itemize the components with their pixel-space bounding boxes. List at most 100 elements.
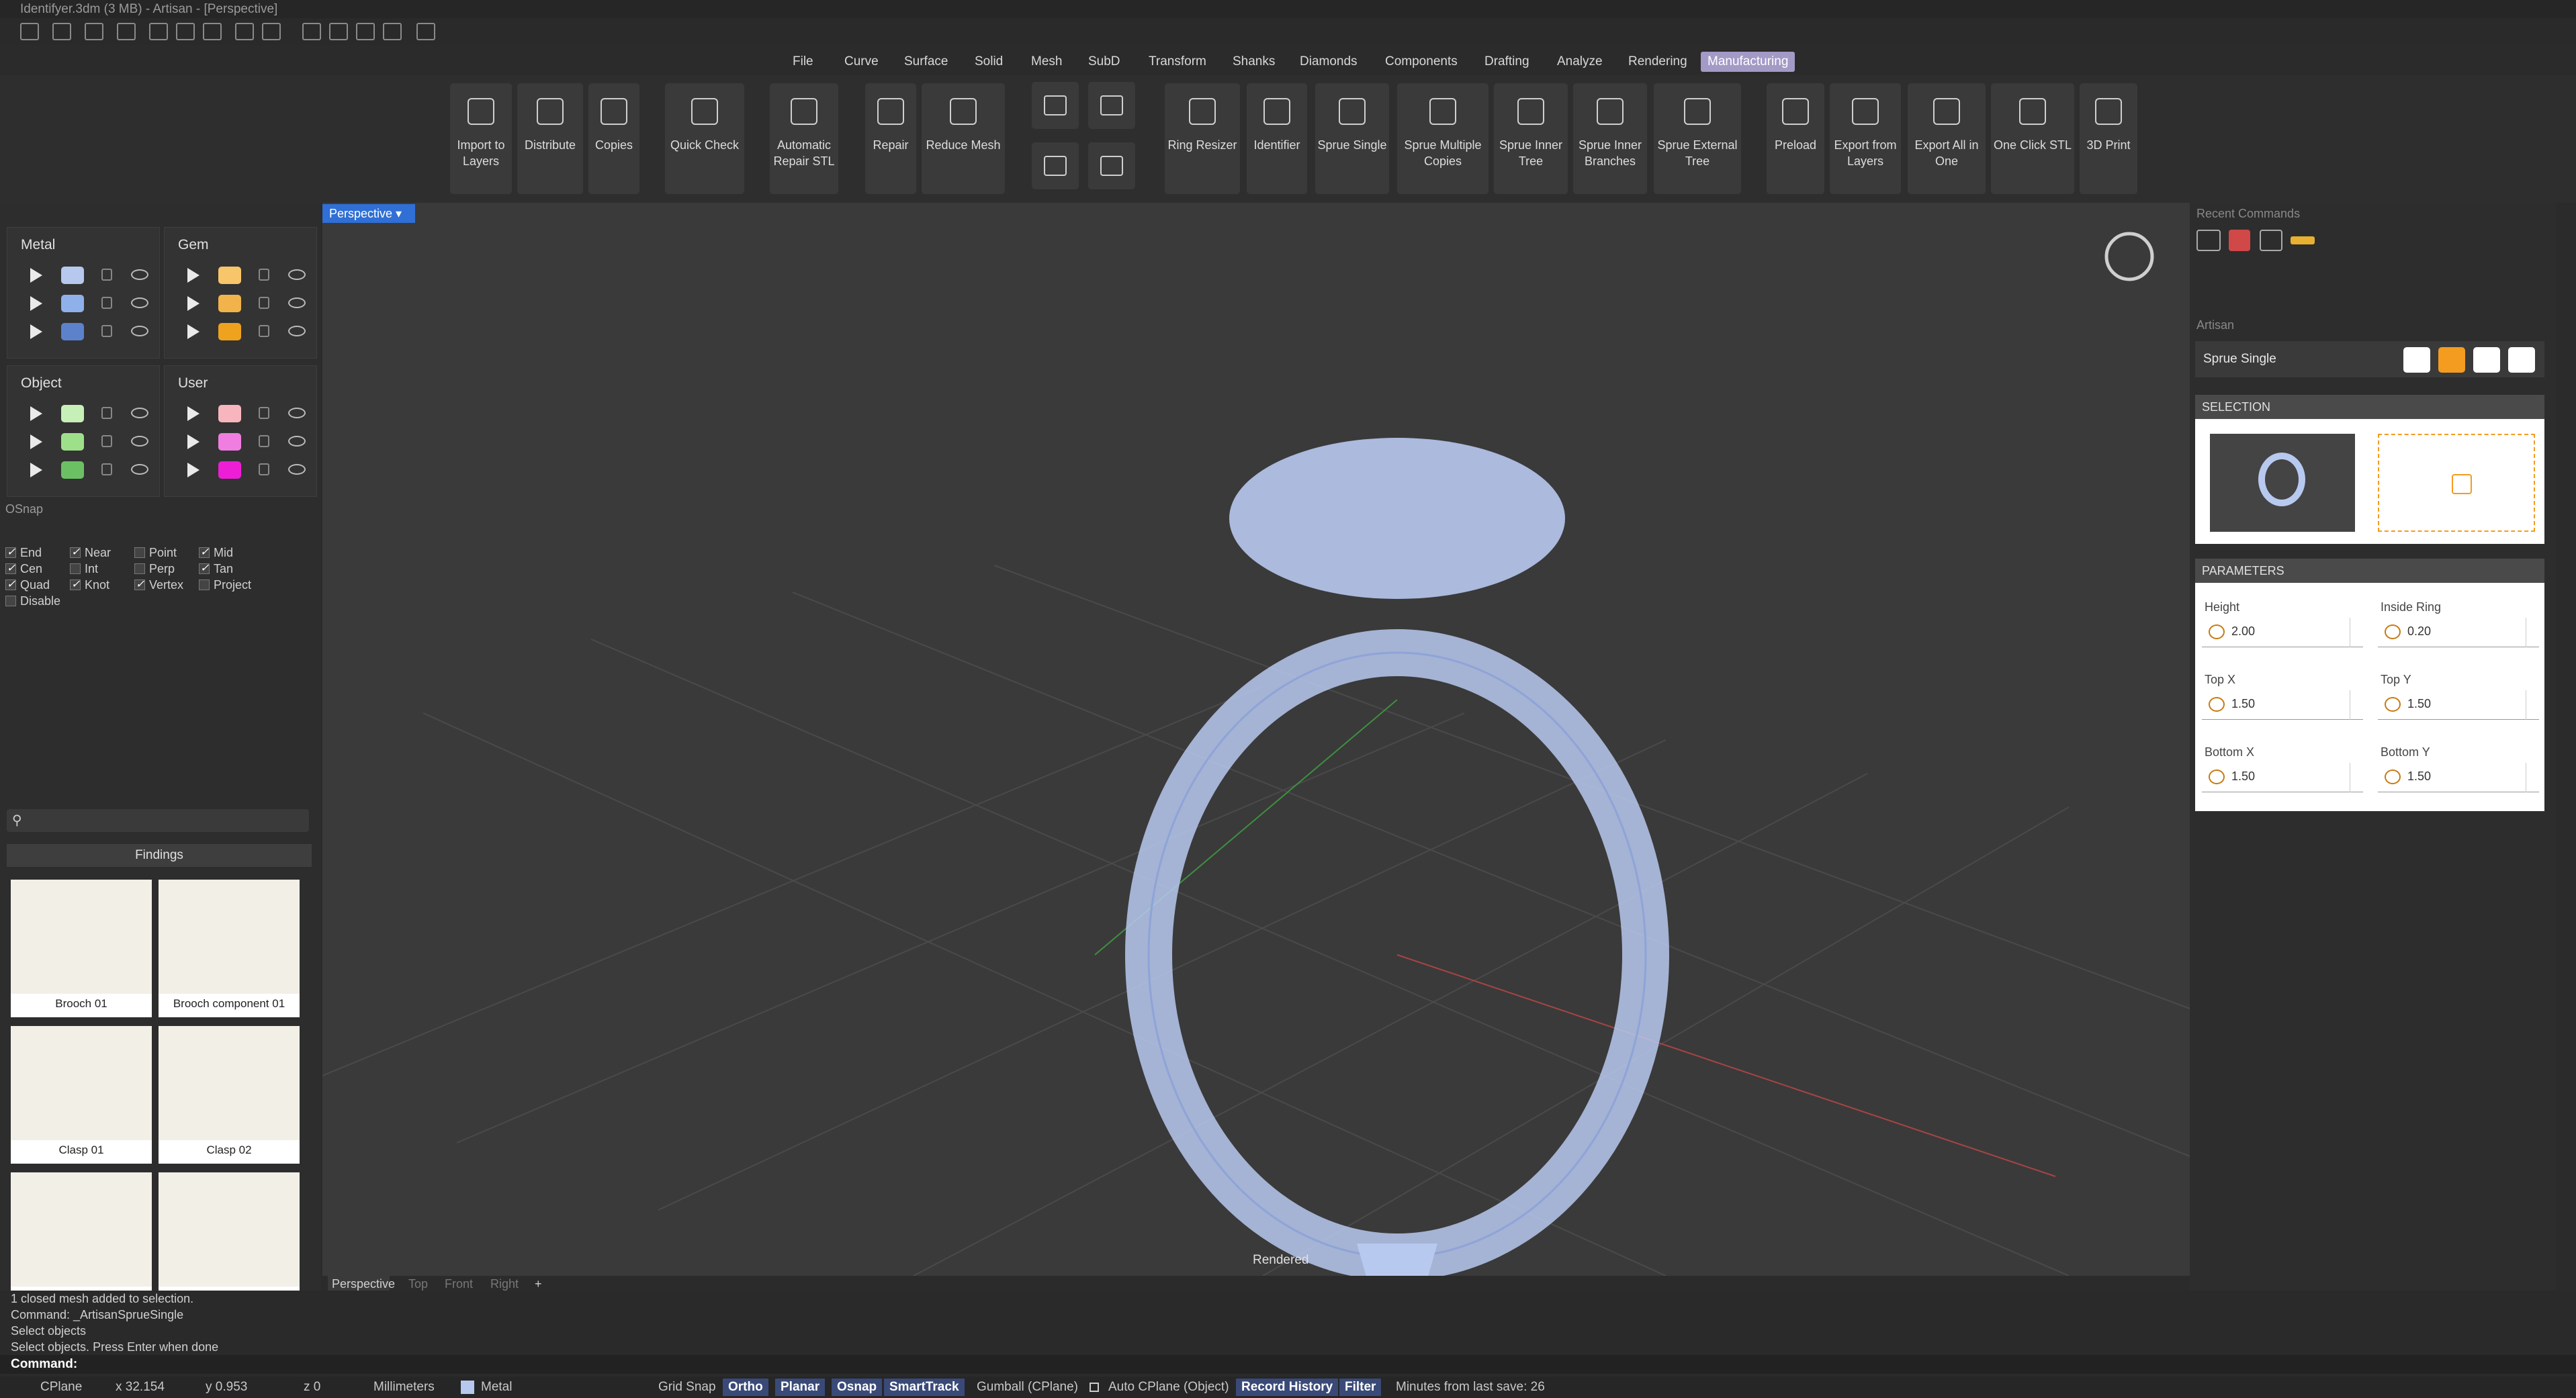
lock-icon[interactable] xyxy=(259,407,269,419)
units-label[interactable]: Millimeters xyxy=(373,1377,435,1398)
layer-row[interactable] xyxy=(165,261,318,288)
help-icon[interactable] xyxy=(2508,347,2535,373)
curve-tool-icon[interactable] xyxy=(302,23,321,40)
gumball-toggle[interactable]: Gumball (CPlane) xyxy=(977,1377,1078,1398)
sprue-single-button[interactable]: Sprue Single xyxy=(1315,83,1389,194)
play-icon[interactable] xyxy=(30,324,42,339)
layer-row[interactable] xyxy=(7,400,161,426)
menu-solid[interactable]: Solid xyxy=(968,52,1010,72)
selected-object-thumbnail[interactable] xyxy=(2210,434,2355,532)
menu-analyze[interactable]: Analyze xyxy=(1550,52,1609,72)
osnap-knot[interactable]: Knot xyxy=(70,577,109,592)
checkbox[interactable] xyxy=(5,545,16,560)
folder-icon[interactable] xyxy=(117,23,136,40)
play-icon[interactable] xyxy=(187,296,199,311)
checkbox[interactable] xyxy=(5,577,16,592)
view-eye-button[interactable] xyxy=(1032,82,1079,129)
parameters-section-header[interactable]: PARAMETERS xyxy=(2195,559,2544,583)
play-icon[interactable] xyxy=(187,434,199,449)
export-all-in-one-button[interactable]: Export All in One xyxy=(1908,83,1986,194)
eye-icon[interactable] xyxy=(131,269,148,280)
surface-tool-icon[interactable] xyxy=(329,23,348,40)
osnap-cen[interactable]: Cen xyxy=(5,561,42,576)
lock-icon[interactable] xyxy=(259,325,269,337)
eye-icon[interactable] xyxy=(288,326,306,336)
ring-resizer-button[interactable]: Ring Resizer xyxy=(1165,83,1240,194)
command-input[interactable]: Command: xyxy=(0,1355,2576,1374)
open-folder-icon[interactable] xyxy=(85,23,103,40)
menu-rendering[interactable]: Rendering xyxy=(1622,52,1694,72)
identifier-button[interactable]: Identifier xyxy=(1247,83,1307,194)
checkbox[interactable] xyxy=(70,545,81,560)
layer-row[interactable] xyxy=(165,428,318,455)
lock-icon[interactable] xyxy=(101,435,112,447)
osnap-vertex[interactable]: Vertex xyxy=(134,577,183,592)
osnap-toggle[interactable]: Osnap xyxy=(832,1379,883,1396)
eye-icon[interactable] xyxy=(131,297,148,308)
library-search-input[interactable]: ⚲ xyxy=(7,809,309,832)
open-file-icon[interactable] xyxy=(52,23,71,40)
ring-mesh[interactable] xyxy=(1125,438,1669,1276)
auto-cplane-checkbox[interactable] xyxy=(1090,1383,1099,1392)
lock-icon[interactable] xyxy=(259,297,269,309)
osnap-int[interactable]: Int xyxy=(70,561,98,576)
play-icon[interactable] xyxy=(187,268,199,283)
menu-subd[interactable]: SubD xyxy=(1081,52,1127,72)
eye-icon[interactable] xyxy=(288,464,306,475)
check-button[interactable] xyxy=(1088,142,1135,189)
inside-ring-input[interactable]: 0.20 xyxy=(2378,618,2539,647)
library-item-clasp-01[interactable]: Clasp 01 xyxy=(11,1026,152,1164)
layer-row[interactable] xyxy=(165,318,318,344)
layer-row[interactable] xyxy=(165,456,318,483)
layer-color-swatch[interactable] xyxy=(61,405,84,422)
layer-color-swatch[interactable] xyxy=(61,295,84,312)
quick-check-button[interactable]: Quick Check xyxy=(665,83,744,194)
play-icon[interactable] xyxy=(187,324,199,339)
refresh-icon[interactable] xyxy=(2403,347,2430,373)
play-icon[interactable] xyxy=(187,406,199,421)
play-icon[interactable] xyxy=(30,268,42,283)
layer-row[interactable] xyxy=(7,261,161,288)
3d-print-button[interactable]: 3D Print xyxy=(2080,83,2137,194)
viewport-perspective[interactable]: Rendered xyxy=(322,203,2190,1276)
smarttrack-toggle[interactable]: SmartTrack xyxy=(884,1379,965,1396)
eye-icon[interactable] xyxy=(288,269,306,280)
cplane-label[interactable]: CPlane xyxy=(40,1377,82,1398)
one-click-stl-button[interactable]: One Click STL xyxy=(1991,83,2074,194)
layer-color-swatch[interactable] xyxy=(218,461,241,479)
auto-cplane-toggle[interactable]: Auto CPlane (Object) xyxy=(1108,1377,1229,1398)
spinner[interactable] xyxy=(2350,618,2363,647)
selection-section-header[interactable]: SELECTION xyxy=(2195,395,2544,419)
bottom-y-input[interactable]: 1.50 xyxy=(2378,763,2539,792)
play-icon[interactable] xyxy=(30,463,42,477)
save-as-icon[interactable] xyxy=(235,23,254,40)
menu-components[interactable]: Components xyxy=(1378,52,1464,72)
filter-toggle[interactable]: Filter xyxy=(1339,1379,1382,1396)
osnap-end[interactable]: End xyxy=(5,545,42,560)
distribute-button[interactable]: Distribute xyxy=(517,83,583,194)
layer-color-swatch[interactable] xyxy=(218,323,241,340)
play-icon[interactable] xyxy=(187,463,199,477)
planar-toggle[interactable]: Planar xyxy=(775,1379,826,1396)
layer-color-swatch[interactable] xyxy=(218,433,241,451)
undo-icon[interactable] xyxy=(149,23,168,40)
library-item-lobster-clasp[interactable] xyxy=(11,1172,152,1291)
reduce-mesh-button[interactable]: Reduce Mesh xyxy=(922,83,1005,194)
undo-command-icon[interactable] xyxy=(2196,230,2221,251)
layer-color-swatch[interactable] xyxy=(61,323,84,340)
save-command-icon[interactable] xyxy=(2260,230,2282,251)
library-item-cufflink[interactable] xyxy=(159,1172,300,1291)
spinner[interactable] xyxy=(2350,763,2363,792)
osnap-point[interactable]: Point xyxy=(134,545,177,560)
sprue-external-tree-button[interactable]: Sprue External Tree xyxy=(1654,83,1741,194)
sprue-inner-branches-button[interactable]: Sprue Inner Branches xyxy=(1573,83,1647,194)
lock-icon[interactable] xyxy=(259,463,269,475)
menu-file[interactable]: File xyxy=(786,52,820,72)
layer-row[interactable] xyxy=(7,456,161,483)
lock-icon[interactable] xyxy=(259,269,269,281)
checkbox[interactable] xyxy=(199,561,210,576)
top-x-input[interactable]: 1.50 xyxy=(2202,690,2363,720)
play-icon[interactable] xyxy=(30,406,42,421)
checkbox[interactable] xyxy=(70,577,81,592)
layer-color-swatch[interactable] xyxy=(61,433,84,451)
